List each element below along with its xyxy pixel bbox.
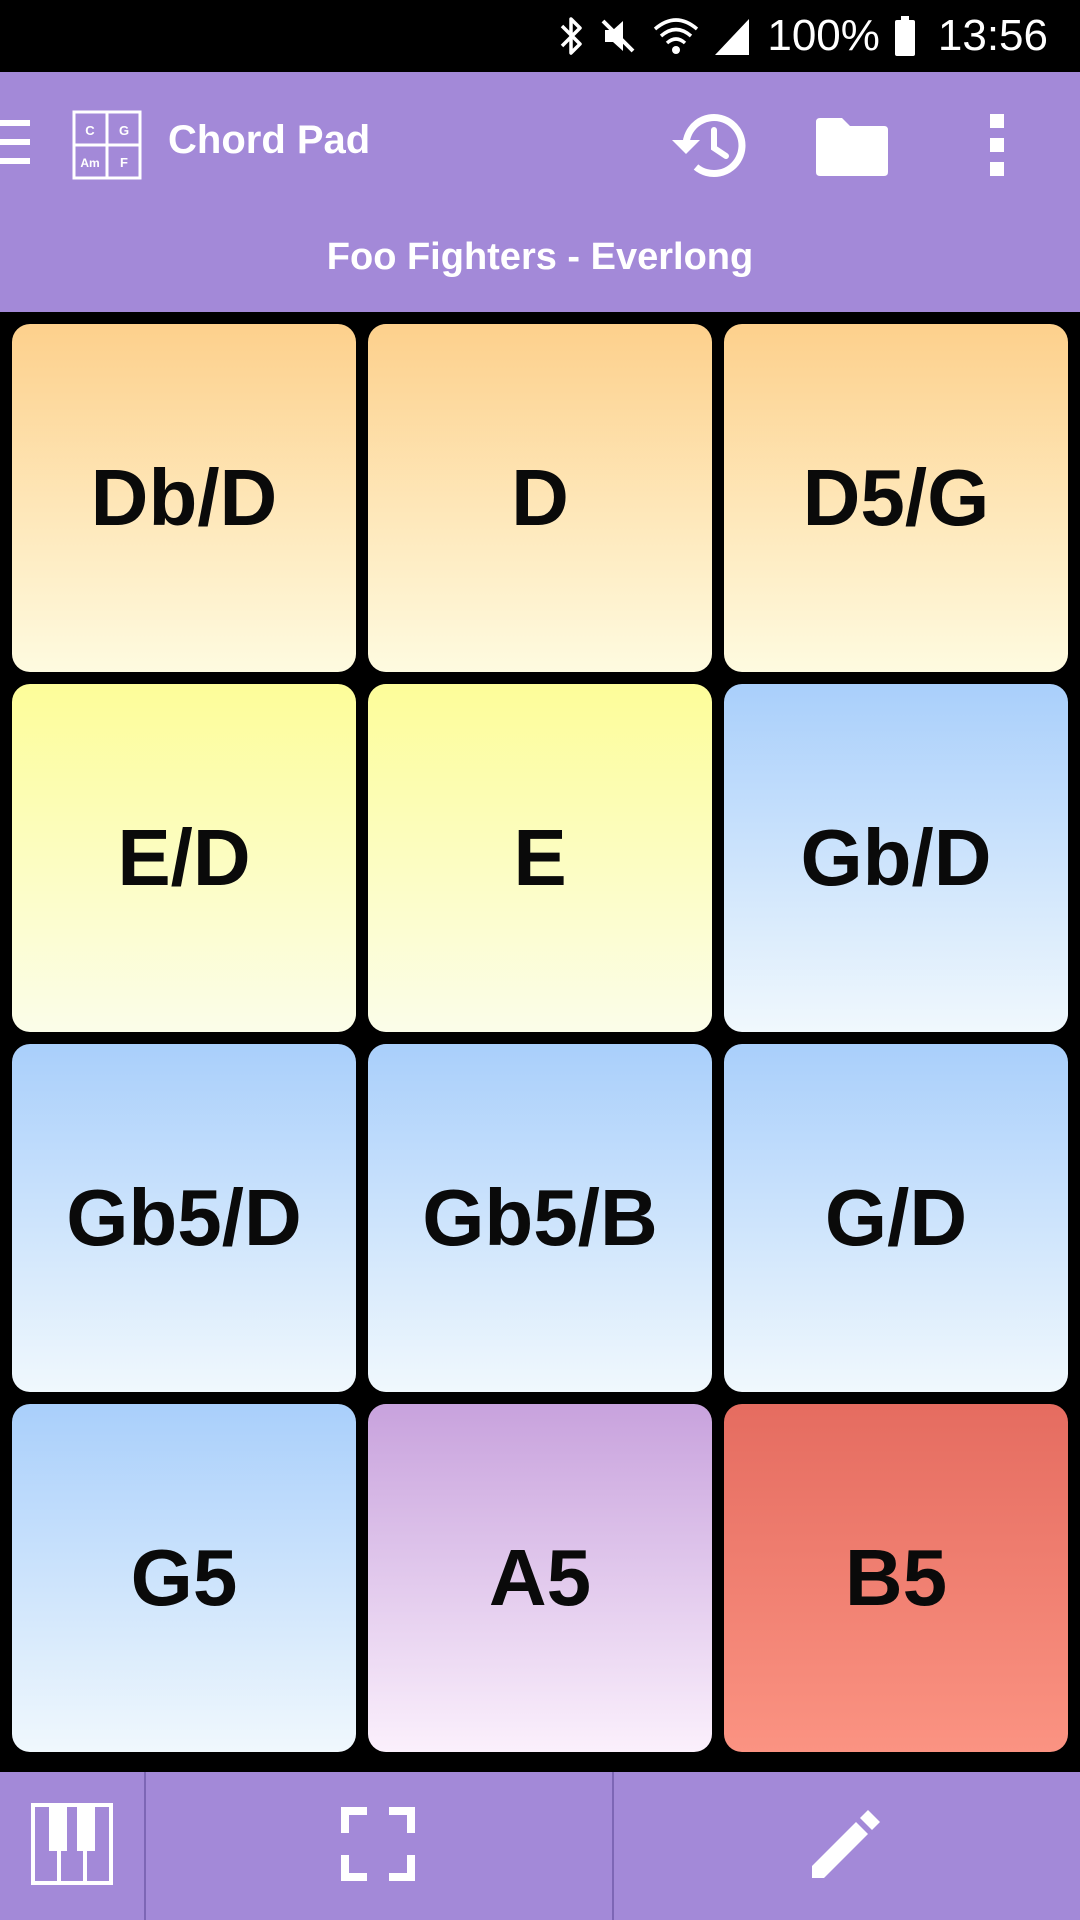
chord-pad[interactable]: Gb/D [724,684,1068,1032]
edit-button[interactable] [612,1772,1080,1920]
song-title: Foo Fighters - Everlong [326,236,754,278]
battery-percent: 100% [767,11,880,60]
folder-icon[interactable] [814,114,890,178]
chord-pad[interactable]: D [368,324,712,672]
app-bar: C G Am F Chord Pad Foo Fighters - Everlo… [0,72,1080,312]
status-bar: 100% 13:56 [0,0,1080,72]
fullscreen-button[interactable] [144,1772,614,1920]
chord-pad[interactable]: Db/D [12,324,356,672]
clock: 13:56 [937,11,1048,60]
piano-button[interactable] [0,1772,146,1920]
more-vert-icon[interactable] [982,110,1012,180]
fullscreen-icon [341,1806,415,1886]
bluetooth-icon [559,15,585,57]
history-icon[interactable] [670,108,750,182]
chord-pad[interactable]: Gb5/B [368,1044,712,1392]
chord-pad[interactable]: G/D [724,1044,1068,1392]
chord-pad[interactable]: E [368,684,712,1032]
mute-icon [599,15,639,57]
chord-pad-grid: Db/D D D5/G E/D E Gb/D Gb5/D Gb5/B G/D G… [0,312,1080,1772]
wifi-icon [653,15,699,57]
svg-text:G: G [119,123,129,138]
chord-pad[interactable]: D5/G [724,324,1068,672]
svg-text:Am: Am [80,156,99,170]
bottom-toolbar [0,1772,1080,1920]
svg-text:F: F [120,155,128,170]
app-logo: C G Am F [72,110,142,180]
piano-icon [31,1802,113,1890]
chord-pad[interactable]: E/D [12,684,356,1032]
app-title: Chord Pad [168,118,371,162]
chord-pad[interactable]: Gb5/D [12,1044,356,1392]
edit-icon [808,1806,884,1887]
battery-icon [894,15,916,57]
svg-text:C: C [85,123,95,138]
chord-pad[interactable]: G5 [12,1404,356,1752]
chord-pad[interactable]: A5 [368,1404,712,1752]
signal-icon [713,15,753,57]
menu-icon[interactable] [0,116,30,168]
chord-pad[interactable]: B5 [724,1404,1068,1752]
